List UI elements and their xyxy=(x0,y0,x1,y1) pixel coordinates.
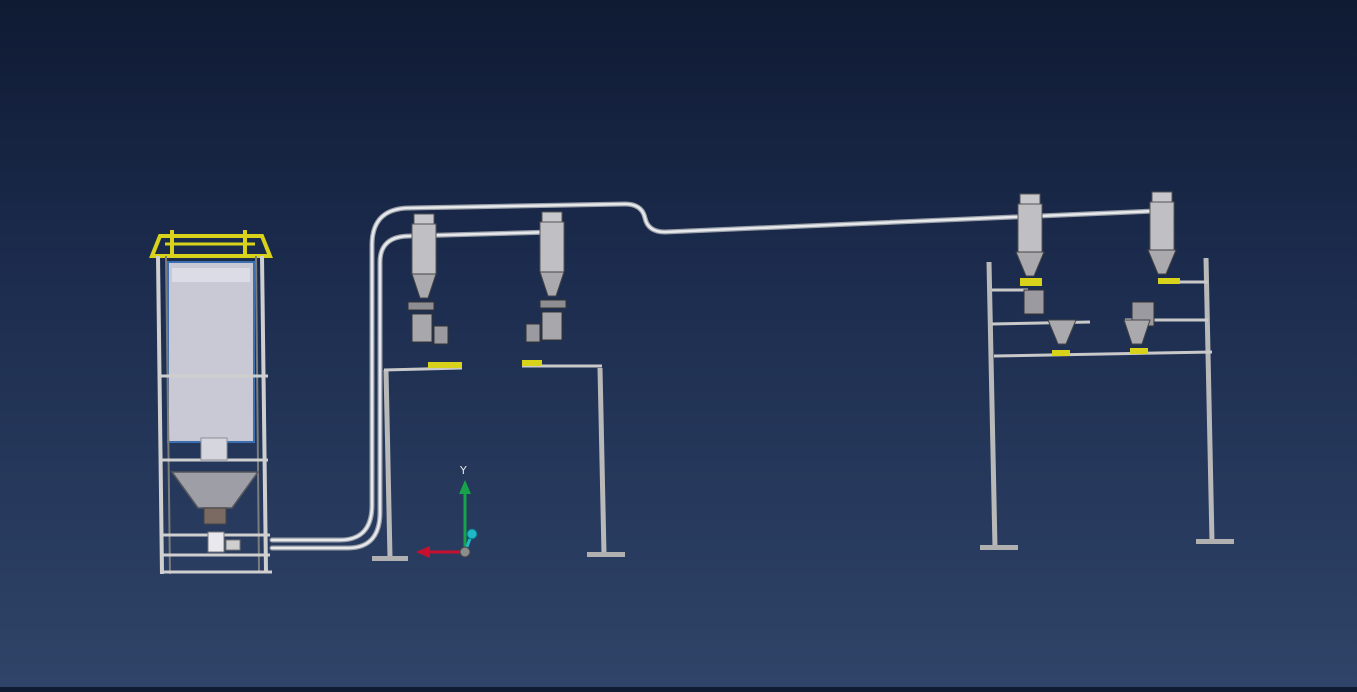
vacuum-receiver-4[interactable] xyxy=(1123,191,1180,354)
axis-triad[interactable]: Y xyxy=(416,464,478,558)
lifting-frame xyxy=(149,234,273,258)
stand-right[interactable] xyxy=(980,257,1234,550)
big-bag-discharger[interactable] xyxy=(149,230,273,575)
vacuum-receiver-3[interactable] xyxy=(1015,193,1077,356)
stand-left[interactable] xyxy=(372,364,625,561)
cad-3d-viewport[interactable]: Y xyxy=(0,0,1357,687)
discharge-hopper xyxy=(170,471,260,509)
bulk-bag xyxy=(167,261,255,443)
y-axis-label: Y xyxy=(459,464,467,477)
